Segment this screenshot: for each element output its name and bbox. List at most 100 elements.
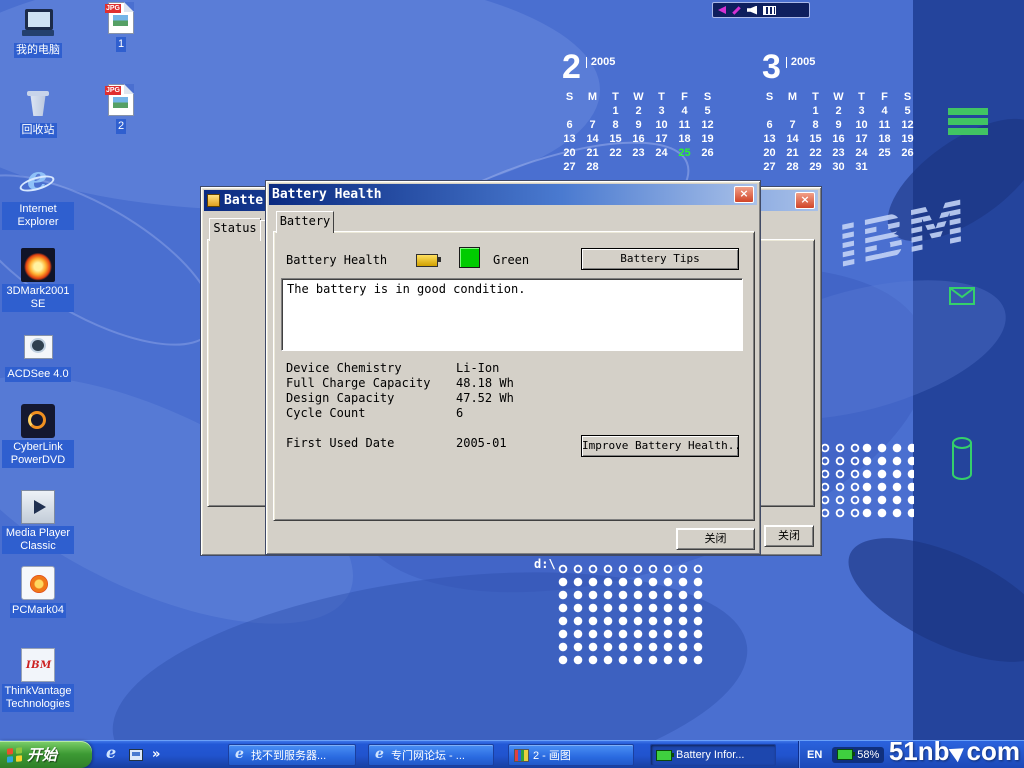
calendar-day: 26 [696, 146, 719, 160]
handwriting-icon[interactable] [732, 6, 740, 14]
desktop-icon-label: 我的电脑 [14, 43, 62, 58]
calendar-march: 3 2005 SMTWTFS 1234567891011121314151617… [758, 50, 922, 174]
desktop-icon-acdsee[interactable]: ACDSee 4.0 [2, 330, 74, 382]
calendar-day: 25 [873, 146, 896, 160]
windows-flag-icon [7, 747, 22, 763]
calendar-day: 6 [558, 118, 581, 132]
calendar-day [758, 104, 781, 118]
lang-icon[interactable] [718, 6, 726, 14]
calendar-day: 3 [650, 104, 673, 118]
calendar-header: 3 2005 [758, 50, 922, 90]
task-battery-information[interactable]: Battery Infor... [650, 744, 776, 766]
desktop-file-1[interactable]: JPG 1 [96, 2, 146, 52]
calendar-weekday-row: SMTWTFS [758, 90, 922, 104]
desktop-icon-my-computer[interactable]: 我的电脑 [2, 6, 74, 58]
tab-status[interactable]: Status [209, 218, 261, 241]
keyboard-icon[interactable] [763, 6, 776, 15]
desktop-icon-powerdvd[interactable]: CyberLink PowerDVD [2, 404, 74, 468]
desktop-file-2[interactable]: JPG 2 [96, 84, 146, 134]
calendar-weekday: M [781, 90, 804, 104]
desktop: IBM d:\ 2 2005 SMTWTFS 12345678910111213… [0, 0, 1024, 768]
calendar-days: 1234567891011121314151617181920212223242… [758, 104, 922, 174]
desktop-icon-thinkvantage[interactable]: ThinkVantage Technologies [2, 648, 74, 712]
calendar-year: 2005 [786, 57, 815, 68]
file-label: 1 [116, 37, 126, 52]
close-button[interactable]: 关闭 [676, 528, 755, 550]
window-title: Batte [224, 193, 263, 208]
calendar-day [673, 160, 696, 174]
task-ie-forum[interactable]: 专门网论坛 - ... [368, 744, 494, 766]
calendar-day: 21 [581, 146, 604, 160]
calendar-weekday: W [827, 90, 850, 104]
calendar-day: 31 [850, 160, 873, 174]
close-button[interactable]: 关闭 [764, 525, 814, 547]
watermark-text-right: com [967, 736, 1020, 767]
ie-icon [374, 749, 387, 762]
task-label: 找不到服务器... [251, 747, 326, 763]
desktop-icon-recycle-bin[interactable]: 回收站 [2, 86, 74, 138]
desktop-icon-media-player-classic[interactable]: Media Player Classic [2, 490, 74, 554]
tab-battery[interactable]: Battery [276, 211, 334, 233]
calendar-weekday: S [758, 90, 781, 104]
calendar-day: 6 [758, 118, 781, 132]
calendar-day: 25 [673, 146, 696, 160]
desktop-icon-pcmark04[interactable]: PCMark04 [2, 566, 74, 618]
language-toolbar[interactable] [712, 2, 810, 18]
show-desktop-icon[interactable] [129, 749, 143, 761]
calendar-day: 22 [804, 146, 827, 160]
task-paint[interactable]: 2 - 画图 [508, 744, 634, 766]
calendar-day [781, 104, 804, 118]
calendar-header: 2 2005 [558, 50, 722, 90]
jpg-file-icon: JPG [108, 84, 134, 116]
close-icon[interactable]: × [734, 186, 754, 203]
desktop-icon-internet-explorer[interactable]: Internet Explorer [2, 166, 74, 230]
battery-tips-button[interactable]: Battery Tips [581, 248, 739, 270]
3dmark-icon [21, 248, 55, 282]
calendar-weekday: T [604, 90, 627, 104]
calendar-day: 10 [850, 118, 873, 132]
field-value: 2005-01 [456, 436, 507, 450]
calendar-day: 11 [673, 118, 696, 132]
battery-tray-badge[interactable]: 58% [832, 747, 884, 763]
improve-battery-health-button[interactable]: Improve Battery Health... [581, 435, 739, 457]
dot-pattern [860, 442, 914, 520]
speaker-icon[interactable] [747, 6, 757, 15]
start-button[interactable]: 开始 [0, 741, 92, 768]
calendar-day: 16 [627, 132, 650, 146]
close-icon[interactable]: × [795, 192, 815, 209]
desktop-icon-3dmark2001[interactable]: 3DMark2001 SE [2, 248, 74, 312]
battery-percent: 58% [857, 749, 879, 761]
paint-icon [514, 749, 529, 762]
battery-icon [656, 750, 672, 761]
grid-icon [948, 108, 988, 135]
language-indicator[interactable]: EN [807, 749, 822, 761]
calendar-day: 29 [804, 160, 827, 174]
calendar-weekday: T [850, 90, 873, 104]
calendar-weekday: M [581, 90, 604, 104]
calendar-day: 5 [696, 104, 719, 118]
database-icon [950, 436, 974, 482]
calendar-day: 12 [896, 118, 919, 132]
calendar-month-number: 2 [562, 50, 581, 84]
calendar-day: 4 [873, 104, 896, 118]
dialog-titlebar[interactable]: Battery Health × [269, 184, 757, 205]
calendar-day: 30 [827, 160, 850, 174]
calendar-day: 24 [650, 146, 673, 160]
start-label: 开始 [27, 744, 57, 765]
desktop-icon-label: Internet Explorer [2, 202, 74, 230]
task-label: 2 - 画图 [533, 747, 571, 763]
drive-path-label: d:\ [534, 557, 556, 571]
media-player-classic-icon [21, 490, 55, 524]
task-ie-server-not-found[interactable]: 找不到服务器... [228, 744, 356, 766]
calendar-day: 2 [627, 104, 650, 118]
calendar-day: 5 [896, 104, 919, 118]
battery-icon [837, 749, 853, 760]
calendar-day: 18 [873, 132, 896, 146]
calendar-day: 8 [604, 118, 627, 132]
chevron-icon[interactable]: » [152, 741, 160, 768]
calendar-day: 12 [696, 118, 719, 132]
calendar-day: 21 [781, 146, 804, 160]
calendar-day: 13 [758, 132, 781, 146]
powerdvd-icon [21, 404, 55, 438]
ie-icon[interactable] [104, 747, 120, 763]
